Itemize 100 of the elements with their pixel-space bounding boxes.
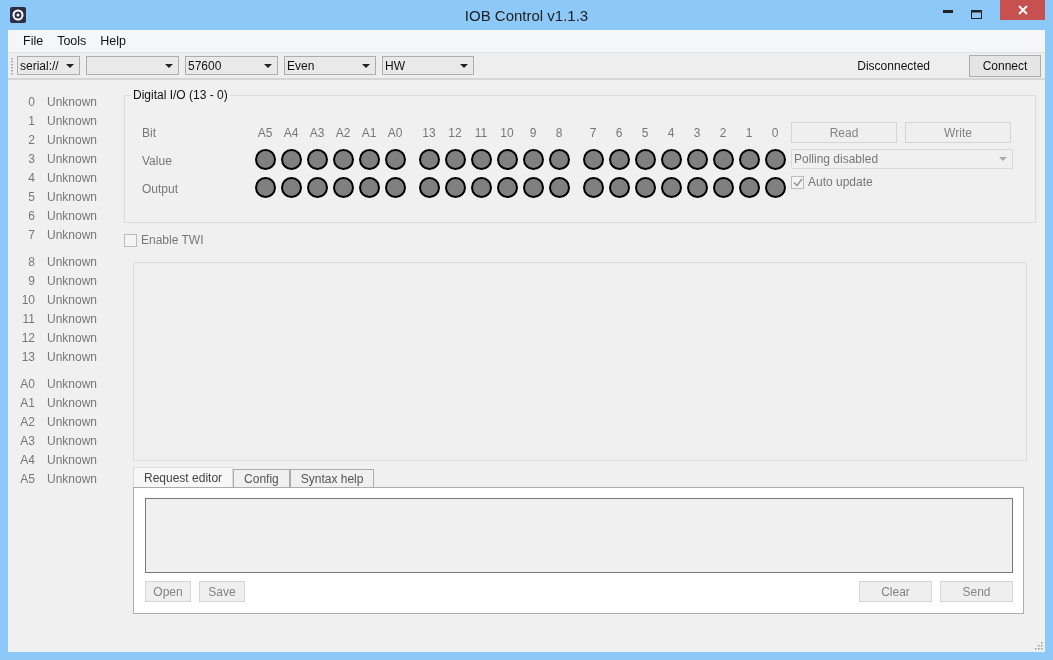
output-led: [712, 177, 734, 198]
pin-state: Unknown: [47, 189, 98, 204]
pin-number: A5: [19, 471, 36, 486]
bit-label: A3: [309, 125, 325, 142]
toolbar-dropdown[interactable]: [86, 56, 179, 75]
app-logo-icon: [10, 7, 26, 23]
pin-number: 12: [20, 330, 36, 345]
value-led: [306, 149, 328, 170]
bit-label: 12: [448, 125, 462, 142]
bit-label: A0: [387, 125, 403, 142]
toolbar-dropdown[interactable]: Even: [284, 56, 376, 75]
value-led: [764, 149, 786, 170]
output-led: [280, 177, 302, 198]
pin-state: Unknown: [47, 349, 98, 364]
pin-state: Unknown: [47, 227, 98, 242]
bit-label: 13: [422, 125, 436, 142]
dropdown-value: HW: [385, 58, 405, 73]
dropdown-arrow-icon: [460, 63, 468, 68]
value-led: [522, 149, 544, 170]
pin-state: Unknown: [47, 208, 98, 223]
menu-item[interactable]: Tools: [50, 34, 94, 48]
value-led: [660, 149, 682, 170]
close-icon: [1017, 5, 1028, 15]
pin-number: 6: [27, 208, 36, 223]
checkbox-label: Enable TWI: [141, 233, 204, 247]
output-led: [686, 177, 708, 198]
value-led: [280, 149, 302, 170]
value-led: [384, 149, 406, 170]
output-led: [444, 177, 466, 198]
pin-number: 4: [27, 170, 36, 185]
pin-state: Unknown: [47, 151, 98, 166]
dropdown-value: serial://: [20, 58, 59, 73]
pin-state: Unknown: [47, 414, 98, 429]
pin-state: Unknown: [47, 170, 98, 185]
connection-status: Disconnected: [857, 58, 930, 73]
bit-label: A5: [257, 125, 273, 142]
output-led: [384, 177, 406, 198]
pin-state: Unknown: [47, 433, 98, 448]
pin-number: 3: [27, 151, 36, 166]
bit-label: 0: [771, 125, 779, 142]
bit-label: A2: [335, 125, 351, 142]
bit-label: 9: [529, 125, 537, 142]
pin-number: A4: [19, 452, 36, 467]
value-led: [444, 149, 466, 170]
pin-number: 13: [20, 349, 36, 364]
value-led: [358, 149, 380, 170]
dropdown-arrow-icon: [165, 63, 173, 68]
output-led: [470, 177, 492, 198]
pin-state: Unknown: [47, 113, 98, 128]
output-led: [764, 177, 786, 198]
dropdown-value: Even: [287, 58, 315, 73]
pin-state: Unknown: [47, 94, 98, 109]
pin-state: Unknown: [47, 330, 98, 345]
bit-label: A1: [361, 125, 377, 142]
bit-label: 5: [641, 125, 649, 142]
pin-state: Unknown: [47, 376, 98, 391]
connect-button[interactable]: Connect: [969, 54, 1041, 77]
output-led: [660, 177, 682, 198]
tab[interactable]: Syntax help: [289, 469, 375, 487]
output-led: [358, 177, 380, 198]
value-led: [418, 149, 440, 170]
tab[interactable]: Request editor: [133, 467, 234, 487]
bit-label: 8: [555, 125, 563, 142]
maximize-icon[interactable]: [971, 10, 982, 19]
toolbar-dropdown[interactable]: serial://: [17, 56, 80, 75]
pin-number: 1: [27, 113, 36, 128]
row-label: Bit: [142, 125, 157, 142]
pin-state: Unknown: [47, 273, 98, 288]
window-title: IOB Control v1.1.3: [464, 6, 589, 24]
dropdown-value: 57600: [188, 58, 222, 73]
value-led: [548, 149, 570, 170]
value-led: [686, 149, 708, 170]
toolbar-dropdown[interactable]: HW: [382, 56, 474, 75]
value-led: [496, 149, 518, 170]
close-button[interactable]: [1000, 0, 1045, 20]
dropdown-arrow-icon: [362, 63, 370, 68]
dropdown-arrow-icon: [999, 157, 1007, 161]
value-led: [634, 149, 656, 170]
menu-item[interactable]: Help: [93, 34, 134, 48]
pin-state: Unknown: [47, 452, 98, 467]
pin-number: 11: [21, 311, 36, 326]
value-led: [582, 149, 604, 170]
dropdown-arrow-icon: [264, 63, 272, 68]
pin-number: A2: [19, 414, 36, 429]
pin-number: A3: [19, 433, 36, 448]
output-led: [548, 177, 570, 198]
resize-grip-icon[interactable]: [1034, 641, 1043, 650]
output-led: [738, 177, 760, 198]
tab[interactable]: Config: [233, 469, 290, 487]
pin-state: Unknown: [47, 132, 98, 147]
row-label: Value: [142, 153, 173, 170]
value-led: [738, 149, 760, 170]
group-title: Digital I/O (13 - 0): [131, 88, 230, 102]
toolbar-dropdown[interactable]: 57600: [185, 56, 278, 75]
pin-number: 8: [27, 254, 36, 269]
menu-item[interactable]: File: [16, 34, 51, 48]
pin-number: 9: [27, 273, 36, 288]
pin-number: 10: [20, 292, 36, 307]
bit-label: 7: [589, 125, 597, 142]
request-editor-field[interactable]: [145, 498, 1013, 573]
